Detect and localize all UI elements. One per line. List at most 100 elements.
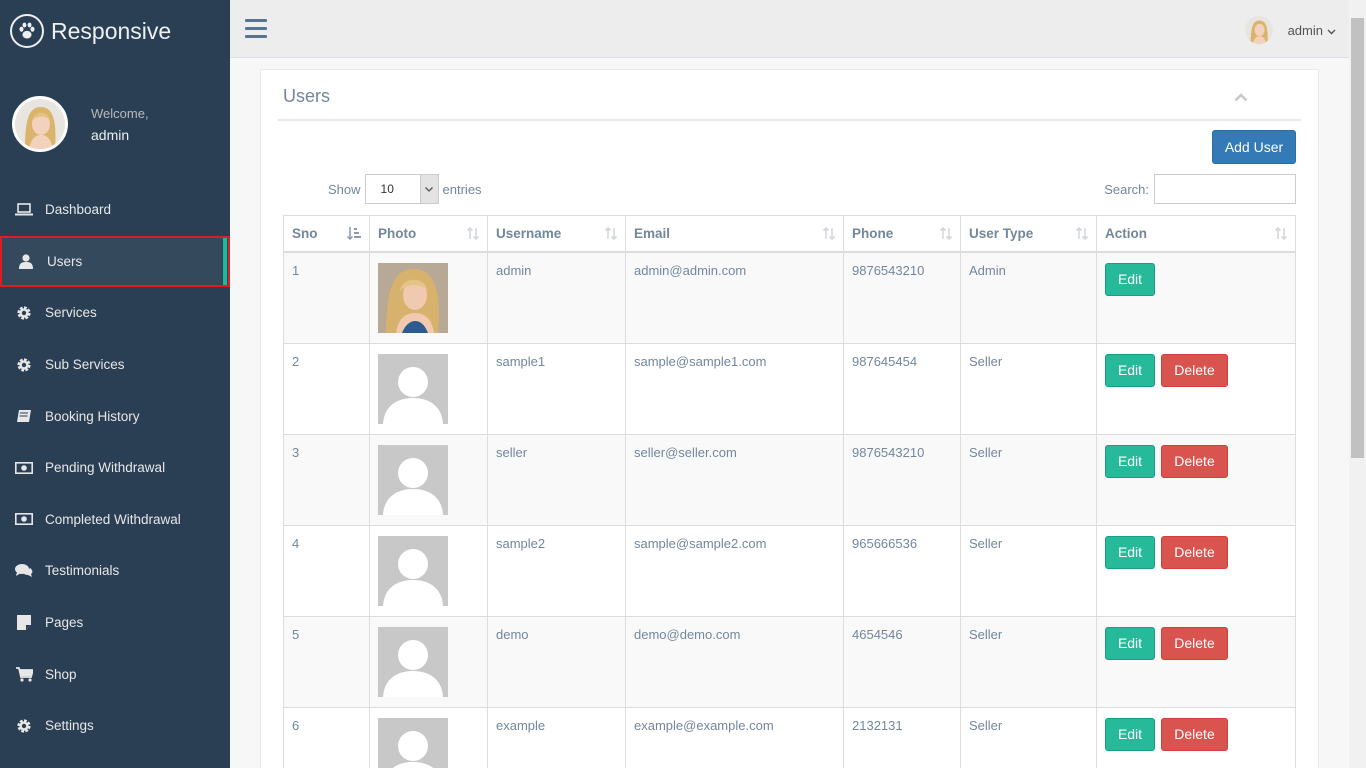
sort-icon bbox=[822, 226, 836, 243]
cell-photo bbox=[369, 524, 488, 617]
column-header-action[interactable]: Action bbox=[1096, 215, 1296, 253]
user-menu[interactable]: admin bbox=[1244, 16, 1336, 44]
add-user-button[interactable]: Add User bbox=[1212, 130, 1296, 164]
page-length-select[interactable]: 10 bbox=[364, 174, 439, 204]
sort-icon bbox=[1075, 226, 1089, 243]
sidebar-item-completed-withdrawal[interactable]: Completed Withdrawal bbox=[0, 494, 230, 546]
column-label: User Type bbox=[969, 225, 1034, 241]
chevron-up-icon[interactable] bbox=[1234, 90, 1248, 105]
laptop-icon bbox=[15, 201, 33, 219]
sidebar-item-pages[interactable]: Pages bbox=[0, 597, 230, 649]
brand[interactable]: Responsive bbox=[0, 0, 230, 62]
sidebar-item-dashboard[interactable]: Dashboard bbox=[0, 184, 230, 236]
search-label: Search: bbox=[1104, 181, 1149, 197]
sidebar-item-shop[interactable]: Shop bbox=[0, 648, 230, 700]
cell-photo bbox=[369, 706, 488, 768]
sidebar-item-users[interactable]: Users bbox=[0, 235, 230, 288]
cell-action: Edit Delete bbox=[1096, 524, 1296, 617]
show-label: Show bbox=[328, 181, 361, 197]
paw-icon bbox=[10, 14, 44, 48]
cell-user-type: Seller bbox=[960, 706, 1097, 768]
scrollbar-thumb[interactable] bbox=[1351, 18, 1364, 458]
gear-icon bbox=[15, 356, 33, 374]
cell-action: Edit bbox=[1096, 251, 1296, 344]
delete-button[interactable]: Delete bbox=[1161, 626, 1228, 660]
edit-button[interactable]: Edit bbox=[1105, 444, 1155, 478]
divider bbox=[278, 119, 1301, 121]
profile-name: admin bbox=[91, 126, 130, 143]
cell-action: Edit Delete bbox=[1096, 615, 1296, 708]
entries-label: entries bbox=[442, 181, 482, 197]
column-header-phone[interactable]: Phone bbox=[843, 215, 961, 253]
column-label: Photo bbox=[378, 225, 417, 241]
sidebar-item-booking-history[interactable]: Booking History bbox=[0, 390, 230, 442]
column-header-username[interactable]: Username bbox=[487, 215, 626, 253]
user-icon bbox=[17, 252, 35, 270]
sidebar-item-label: Sub Services bbox=[45, 357, 125, 373]
cell-email: seller@seller.com bbox=[625, 433, 844, 526]
cell-email: sample@sample2.com bbox=[625, 524, 844, 617]
cell-email: admin@admin.com bbox=[625, 251, 844, 344]
sidebar-item-services[interactable]: Services bbox=[0, 287, 230, 339]
cell-photo bbox=[369, 615, 488, 708]
edit-button[interactable]: Edit bbox=[1105, 717, 1155, 751]
cell-user-type: Seller bbox=[960, 433, 1097, 526]
sidebar-item-label: Dashboard bbox=[45, 202, 112, 218]
top-nav: admin bbox=[230, 0, 1366, 58]
page-icon bbox=[15, 614, 33, 632]
page-scrollbar[interactable] bbox=[1349, 0, 1366, 768]
sidebar-item-label: Shop bbox=[45, 666, 77, 682]
cell-email: demo@demo.com bbox=[625, 615, 844, 708]
chevron-down-icon bbox=[1327, 23, 1336, 38]
chevron-down-icon bbox=[419, 175, 438, 203]
sidebar-item-label: Testimonials bbox=[45, 563, 120, 579]
sort-icon bbox=[466, 226, 480, 243]
sidebar-item-label: Settings bbox=[45, 718, 94, 734]
search-input[interactable] bbox=[1154, 174, 1296, 204]
page-length-value: 10 bbox=[380, 182, 394, 196]
cell-sno: 2 bbox=[283, 342, 370, 435]
cell-action: Edit Delete bbox=[1096, 342, 1296, 435]
user-name: admin bbox=[1287, 22, 1323, 38]
table-row: 3 seller seller@seller.com 9876543210 Se… bbox=[283, 433, 1296, 526]
sidebar-item-label: Pages bbox=[45, 615, 84, 631]
user-placeholder-icon bbox=[378, 444, 448, 515]
sort-icon bbox=[1274, 226, 1288, 243]
cell-email: sample@sample1.com bbox=[625, 342, 844, 435]
sidebar-item-label: Completed Withdrawal bbox=[45, 511, 181, 527]
delete-button[interactable]: Delete bbox=[1161, 353, 1228, 387]
user-placeholder-icon bbox=[378, 535, 448, 606]
gear-icon bbox=[15, 304, 33, 322]
sidebar-item-pending-withdrawal[interactable]: Pending Withdrawal bbox=[0, 442, 230, 494]
table-row: 1 admin admin@admin.com 9876543210 Admin… bbox=[283, 251, 1296, 344]
cell-user-type: Seller bbox=[960, 342, 1097, 435]
cell-username: sample2 bbox=[487, 524, 626, 617]
delete-button[interactable]: Delete bbox=[1161, 444, 1228, 478]
sidebar-item-testimonials[interactable]: Testimonials bbox=[0, 545, 230, 597]
column-label: Action bbox=[1105, 225, 1147, 241]
delete-button[interactable]: Delete bbox=[1161, 535, 1228, 569]
sort-asc-icon bbox=[346, 227, 361, 243]
column-header-email[interactable]: Email bbox=[625, 215, 844, 253]
cell-phone: 4654546 bbox=[843, 615, 961, 708]
sidebar-item-sub-services[interactable]: Sub Services bbox=[0, 339, 230, 391]
cell-user-type: Admin bbox=[960, 251, 1097, 344]
edit-button[interactable]: Edit bbox=[1105, 535, 1155, 569]
user-placeholder-icon bbox=[378, 353, 448, 424]
menu-toggle-icon[interactable] bbox=[245, 19, 267, 39]
cell-phone: 2132131 bbox=[843, 706, 961, 768]
table-row: 4 sample2 sample@sample2.com 965666536 S… bbox=[283, 524, 1296, 617]
cell-sno: 6 bbox=[283, 706, 370, 768]
column-header-photo[interactable]: Photo bbox=[369, 215, 488, 253]
column-header-sno[interactable]: Sno bbox=[283, 215, 370, 253]
delete-button[interactable]: Delete bbox=[1161, 717, 1228, 751]
profile: Welcome, admin bbox=[0, 96, 149, 152]
sidebar-item-settings[interactable]: Settings bbox=[0, 700, 230, 752]
cell-user-type: Seller bbox=[960, 524, 1097, 617]
avatar bbox=[1244, 16, 1273, 44]
edit-button[interactable]: Edit bbox=[1105, 626, 1155, 660]
edit-button[interactable]: Edit bbox=[1105, 262, 1155, 296]
column-header-user-type[interactable]: User Type bbox=[960, 215, 1097, 253]
cell-username: demo bbox=[487, 615, 626, 708]
edit-button[interactable]: Edit bbox=[1105, 353, 1155, 387]
